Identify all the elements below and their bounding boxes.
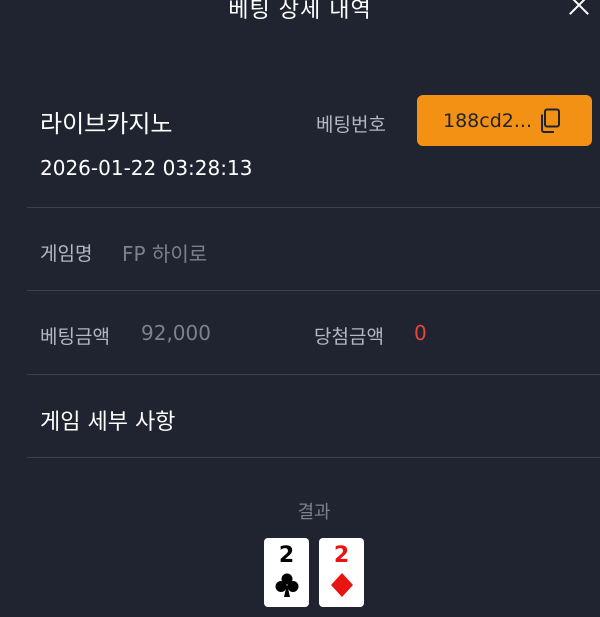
bet-number-label: 베팅번호 [316,114,386,136]
card-rank: 2 [333,543,350,568]
win-amount-value: 0 [414,321,427,345]
bet-number-copy-button[interactable]: 188cd2... [417,95,592,146]
diamond-icon [331,573,353,597]
page-title: 베팅 상세 내역 [228,0,372,23]
win-amount-label: 당첨금액 [314,326,384,348]
close-icon[interactable] [564,0,592,20]
divider [27,290,600,291]
divider [27,457,600,458]
bet-datetime: 2026-01-22 03:28:13 [40,156,253,180]
game-name-value: FP 하이로 [122,242,208,266]
bet-category: 라이브카지노 [40,110,173,138]
playing-card: 2 [319,538,364,607]
bet-amount-label: 베팅금액 [40,326,110,348]
game-details-title: 게임 세부 사항 [40,410,176,435]
game-name-label: 게임명 [40,243,93,265]
card-rank: 2 [278,543,295,568]
bet-number-value: 188cd2... [443,109,532,132]
bet-amount-value: 92,000 [141,321,211,345]
copy-icon [541,108,560,133]
club-icon [275,573,299,597]
result-label: 결과 [297,502,331,523]
divider [27,207,600,208]
divider [27,374,600,375]
playing-card: 2 [264,538,309,607]
